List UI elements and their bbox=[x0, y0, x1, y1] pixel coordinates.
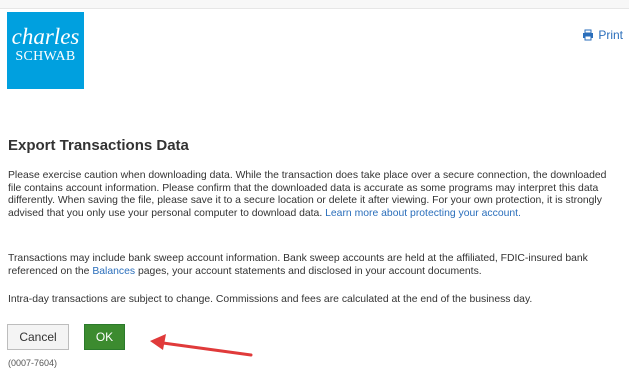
balances-link[interactable]: Balances bbox=[92, 266, 135, 277]
print-label: Print bbox=[598, 28, 623, 42]
page-title: Export Transactions Data bbox=[8, 137, 189, 154]
printer-icon bbox=[583, 29, 594, 41]
cancel-button[interactable]: Cancel bbox=[7, 324, 69, 350]
ok-button[interactable]: OK bbox=[84, 324, 125, 350]
print-link[interactable]: Print bbox=[582, 28, 623, 42]
reference-code: (0007-7604) bbox=[8, 358, 58, 368]
caution-paragraph: Please exercise caution when downloading… bbox=[8, 170, 620, 220]
intraday-paragraph: Intra-day transactions are subject to ch… bbox=[8, 294, 533, 305]
bank-sweep-paragraph: Transactions may include bank sweep acco… bbox=[8, 253, 620, 278]
charles-schwab-logo[interactable]: charles SCHWAB bbox=[7, 12, 84, 89]
logo-line-schwab: SCHWAB bbox=[15, 49, 76, 64]
bank-sweep-text-after: pages, your account statements and discl… bbox=[135, 265, 482, 277]
learn-more-link[interactable]: Learn more about protecting your account… bbox=[325, 208, 521, 219]
logo-line-charles: charles bbox=[11, 24, 80, 49]
top-strip bbox=[0, 0, 629, 9]
